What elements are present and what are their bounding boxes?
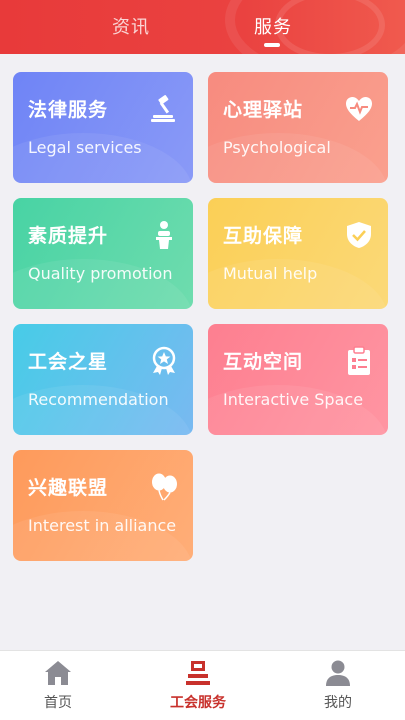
service-card-quality[interactable]: 素质提升 Quality promotion xyxy=(13,198,193,309)
bottom-navigation: 首页 工会服务 我的 xyxy=(0,650,405,720)
shield-check-icon xyxy=(347,222,371,248)
service-title-cn: 心理驿站 xyxy=(223,99,304,121)
balloons-icon xyxy=(152,473,177,501)
service-title-cn: 法律服务 xyxy=(28,99,109,121)
gavel-icon xyxy=(151,95,175,122)
heart-pulse-icon xyxy=(346,97,372,121)
tab-news[interactable]: 资讯 xyxy=(112,13,150,39)
service-card-interest[interactable]: 兴趣联盟 Interest in alliance xyxy=(13,450,193,561)
top-tab-bar: 资讯 服务 xyxy=(0,0,405,54)
star-medal-icon xyxy=(152,346,176,375)
nav-union-service[interactable]: 工会服务 xyxy=(148,651,248,720)
service-title-en: Legal services xyxy=(28,138,142,157)
service-title-en: Interactive Space xyxy=(223,390,364,409)
nav-label: 首页 xyxy=(44,695,72,711)
service-title-cn: 兴趣联盟 xyxy=(28,477,109,499)
service-title-en: Recommendation xyxy=(28,390,169,409)
service-title-en: Mutual help xyxy=(223,264,318,283)
service-card-recommendation[interactable]: 工会之星 Recommendation xyxy=(13,324,193,435)
service-title-en: Quality promotion xyxy=(28,264,173,283)
nav-mine[interactable]: 我的 xyxy=(288,651,388,720)
service-card-legal[interactable]: 法律服务 Legal services xyxy=(13,72,193,183)
service-title-en: Psychological xyxy=(223,138,331,157)
service-title-cn: 素质提升 xyxy=(28,225,109,247)
podium-speaker-icon xyxy=(156,221,172,249)
home-icon xyxy=(45,661,71,685)
union-service-icon xyxy=(186,661,210,685)
clipboard-icon xyxy=(348,346,370,375)
nav-label: 工会服务 xyxy=(170,695,226,711)
service-title-cn: 互动空间 xyxy=(223,351,304,373)
service-title-cn: 工会之星 xyxy=(28,351,109,373)
service-card-interactive[interactable]: 互动空间 Interactive Space xyxy=(208,324,388,435)
nav-label: 我的 xyxy=(324,695,352,711)
nav-home[interactable]: 首页 xyxy=(8,651,108,720)
service-card-mutual[interactable]: 互助保障 Mutual help xyxy=(208,198,388,309)
service-title-cn: 互助保障 xyxy=(223,225,304,247)
service-card-psychological[interactable]: 心理驿站 Psychological xyxy=(208,72,388,183)
user-icon xyxy=(326,660,350,686)
active-tab-indicator xyxy=(264,43,280,47)
tab-service[interactable]: 服务 xyxy=(254,13,292,39)
service-title-en: Interest in alliance xyxy=(28,516,177,535)
